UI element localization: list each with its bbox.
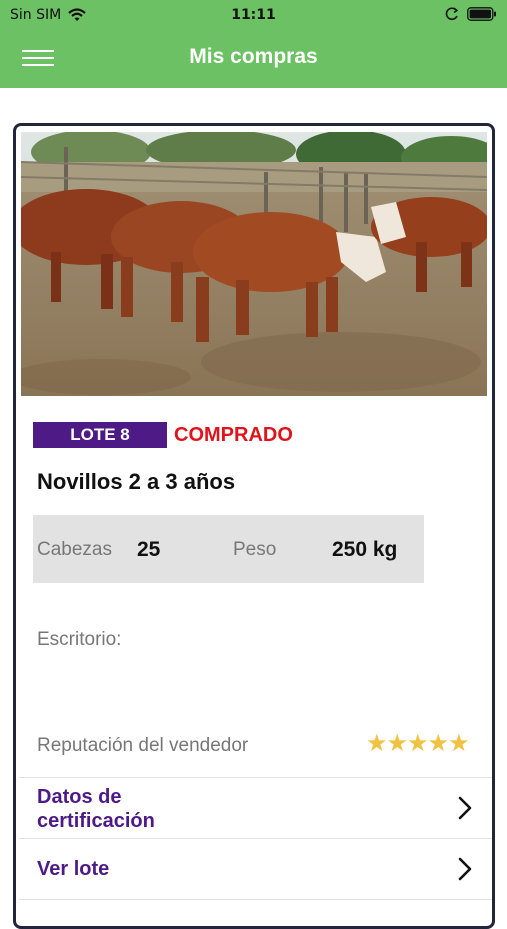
status-icons (445, 6, 497, 22)
view-lot-link[interactable]: Ver lote (19, 839, 492, 899)
purchase-status-label: COMPRADO (174, 424, 293, 446)
weight-value: 250 kg (332, 538, 398, 561)
certification-data-label: Datos de certificación (37, 786, 155, 832)
lot-title: Novillos 2 a 3 años (37, 469, 236, 494)
purchase-card: LOTE 8 COMPRADO Novillos 2 a 3 años Cabe… (13, 123, 495, 929)
battery-icon (467, 7, 496, 21)
weight-label: Peso (233, 539, 277, 560)
view-lot-label: Ver lote (37, 858, 110, 880)
rotation-lock-icon (445, 7, 459, 21)
seller-reputation-label: Reputación del vendedor (37, 735, 249, 756)
certification-data-link[interactable]: Datos de certificación (19, 778, 492, 838)
status-bar: Sin SIM 11:11 (0, 0, 507, 30)
cattle-photo (21, 132, 487, 396)
chevron-right-icon (458, 857, 472, 881)
clock: 11:11 (231, 7, 276, 23)
heads-label: Cabezas (37, 539, 112, 560)
page-title: Mis compras (189, 45, 318, 68)
nav-bar: Mis compras (0, 30, 507, 88)
lot-stats-panel: Cabezas 25 Peso 250 kg (33, 515, 424, 583)
chevron-right-icon (458, 796, 472, 820)
office-label: Escritorio: (37, 629, 122, 650)
heads-value: 25 (137, 538, 161, 561)
rating-stars: ★★★★★ (366, 729, 470, 757)
lot-number-badge: LOTE 8 (33, 422, 167, 448)
